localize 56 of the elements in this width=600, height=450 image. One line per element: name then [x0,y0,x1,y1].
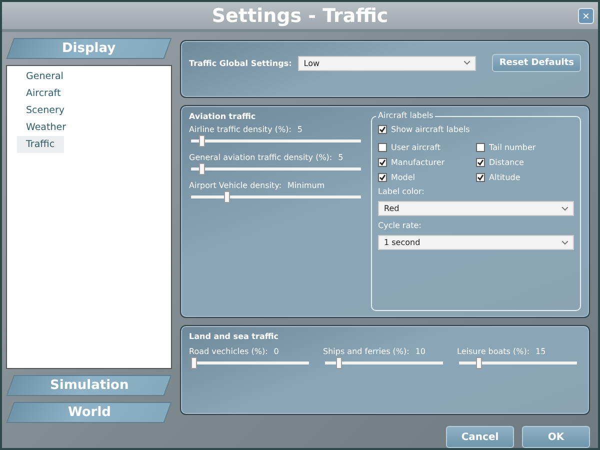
caret-icon [562,240,568,244]
slider-value: 5 [297,125,302,134]
checkbox[interactable] [378,158,387,167]
checkbox-label: Tail number [489,143,536,152]
checkbox-label: Altitude [489,173,520,182]
slider-thumb[interactable] [199,135,206,147]
dropdown[interactable]: Red [378,201,574,216]
dropdown[interactable]: 1 second [378,235,574,250]
section-title: Aviation traffic [189,112,257,121]
slider-value: 5 [338,153,344,162]
category-item[interactable]: Scenery [17,102,74,119]
field-label: Cycle rate: [378,221,422,230]
window-title: Settings - Traffic [212,4,388,26]
slider-thumb[interactable] [476,357,482,369]
checkbox[interactable] [476,158,485,167]
slider-thumb[interactable] [191,357,197,369]
slider-thumb[interactable] [224,191,230,203]
check-icon [477,159,484,166]
checkbox[interactable] [378,125,387,134]
checkbox-label: Manufacturer [391,158,445,167]
slider-label: General aviation traffic density (%): [189,153,332,162]
slider-value: 0 [274,347,279,356]
check-icon [379,174,386,181]
slider-label: Road vechicles (%): [189,347,268,356]
checkbox[interactable] [476,143,485,152]
slider-thumb[interactable] [199,163,206,175]
slider-label: Leisure boats (%): [457,347,530,356]
category-item[interactable]: Weather [17,119,75,136]
checkbox-label: Model [391,173,416,182]
field-label: Label color: [378,187,426,196]
checkbox[interactable] [378,143,387,152]
group-title: Aircraft labels [376,111,436,120]
slider-label: Airline traffic density (%): [189,125,292,134]
slider-label: Ships and ferries (%): [323,347,410,356]
check-icon [379,126,386,133]
slider-value: 10 [415,347,426,356]
caret-icon [562,206,568,210]
checkbox-label: Distance [489,158,524,167]
checkbox-label: Show aircraft labels [391,125,470,134]
slider-value: Minimum [288,181,325,190]
slider-label: Airport Vehicle density: [189,181,282,190]
slider-thumb[interactable] [336,357,342,369]
field-label: Traffic Global Settings: [189,58,292,68]
section-title: Land and sea traffic [189,332,280,341]
check-icon [379,159,386,166]
checkbox-label: User aircraft [391,143,440,152]
category-item[interactable]: Traffic [17,136,64,153]
close-button[interactable]: × [578,8,594,24]
global-dropdown[interactable]: Low [298,56,476,70]
checkbox[interactable] [476,173,485,182]
slider-value: 15 [536,347,546,356]
category-item[interactable]: General [17,68,72,85]
checkbox[interactable] [378,173,387,182]
category-item[interactable]: Aircraft [17,85,70,102]
check-icon [477,174,484,181]
caret-icon [464,61,470,65]
